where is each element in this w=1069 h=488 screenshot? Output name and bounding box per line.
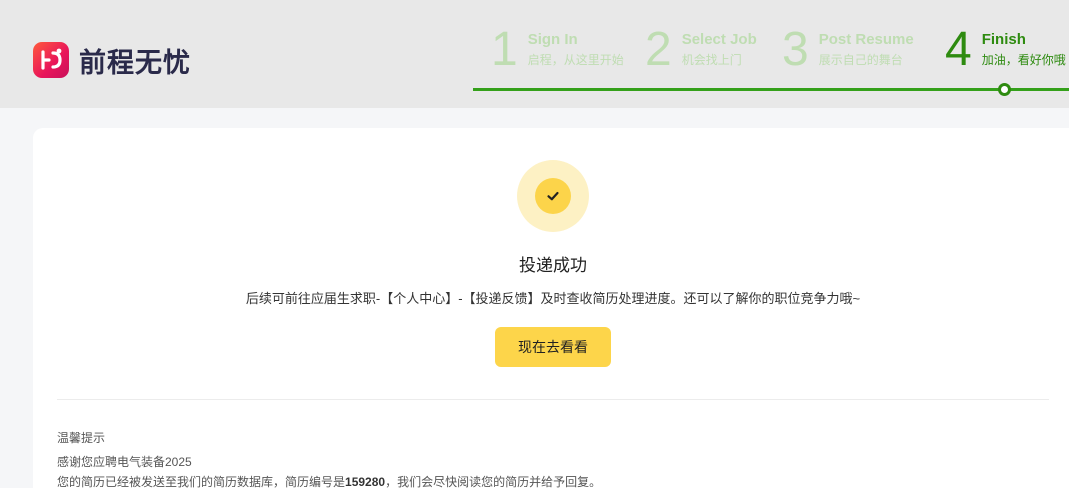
step-post-resume: 3 Post Resume 展示自己的舞台 (782, 24, 914, 76)
step-title: Post Resume (818, 31, 914, 48)
step-subtitle: 机会找上门 (681, 53, 742, 67)
brand-name: 前程无忧 (79, 47, 191, 79)
step-number: 3 (782, 23, 809, 76)
progress-bar (473, 88, 1069, 91)
tips-heading: 温馨提示 (57, 431, 106, 445)
view-now-button[interactable]: 现在去看看 (495, 327, 611, 367)
divider (57, 399, 1049, 400)
step-number: 4 (945, 23, 972, 76)
result-card: 投递成功 后续可前往应届生求职-【个人中心】-【投递反馈】及时查收简历处理进度。… (33, 128, 1069, 488)
page-header: 前程无忧 1 Sign In 启程，从这里开始 2 Select Job 机会找… (0, 0, 1069, 108)
step-title: Sign In (527, 31, 578, 48)
step-subtitle: 启程，从这里开始 (527, 53, 624, 67)
brand-logo[interactable]: 前程无忧 (33, 42, 191, 79)
step-number: 1 (491, 23, 518, 76)
step-select-job: 2 Select Job 机会找上门 (645, 24, 757, 76)
success-title: 投递成功 (519, 256, 587, 275)
progress-indicator-dot (998, 83, 1011, 96)
tips-resume-suffix: ，我们会尽快阅读您的简历并给予回复。 (385, 475, 602, 488)
tips-thanks-text: 感谢您应聘电气装备2025 (57, 455, 192, 469)
step-subtitle: 加油，看好你哦 (981, 53, 1066, 67)
success-badge (517, 160, 589, 232)
tips-resume-text: 您的简历已经被发送至我们的简历数据库，简历编号是159280，我们会尽快阅读您的… (57, 473, 601, 488)
step-subtitle: 展示自己的舞台 (818, 53, 903, 67)
step-title: Select Job (681, 31, 757, 48)
step-sign-in: 1 Sign In 启程，从这里开始 (491, 24, 624, 76)
resume-id: 159280 (345, 475, 386, 488)
tips-resume-prefix: 您的简历已经被发送至我们的简历数据库，简历编号是 (57, 475, 346, 488)
success-description: 后续可前往应届生求职-【个人中心】-【投递反馈】及时查收简历处理进度。还可以了解… (245, 291, 861, 306)
step-number: 2 (645, 23, 672, 76)
step-finish: 4 Finish 加油，看好你哦 (945, 24, 1066, 76)
step-title: Finish (981, 31, 1026, 48)
progress-steps: 1 Sign In 启程，从这里开始 2 Select Job 机会找上门 3 … (473, 0, 1069, 108)
check-icon (547, 191, 559, 201)
51job-logo-icon (33, 42, 69, 78)
